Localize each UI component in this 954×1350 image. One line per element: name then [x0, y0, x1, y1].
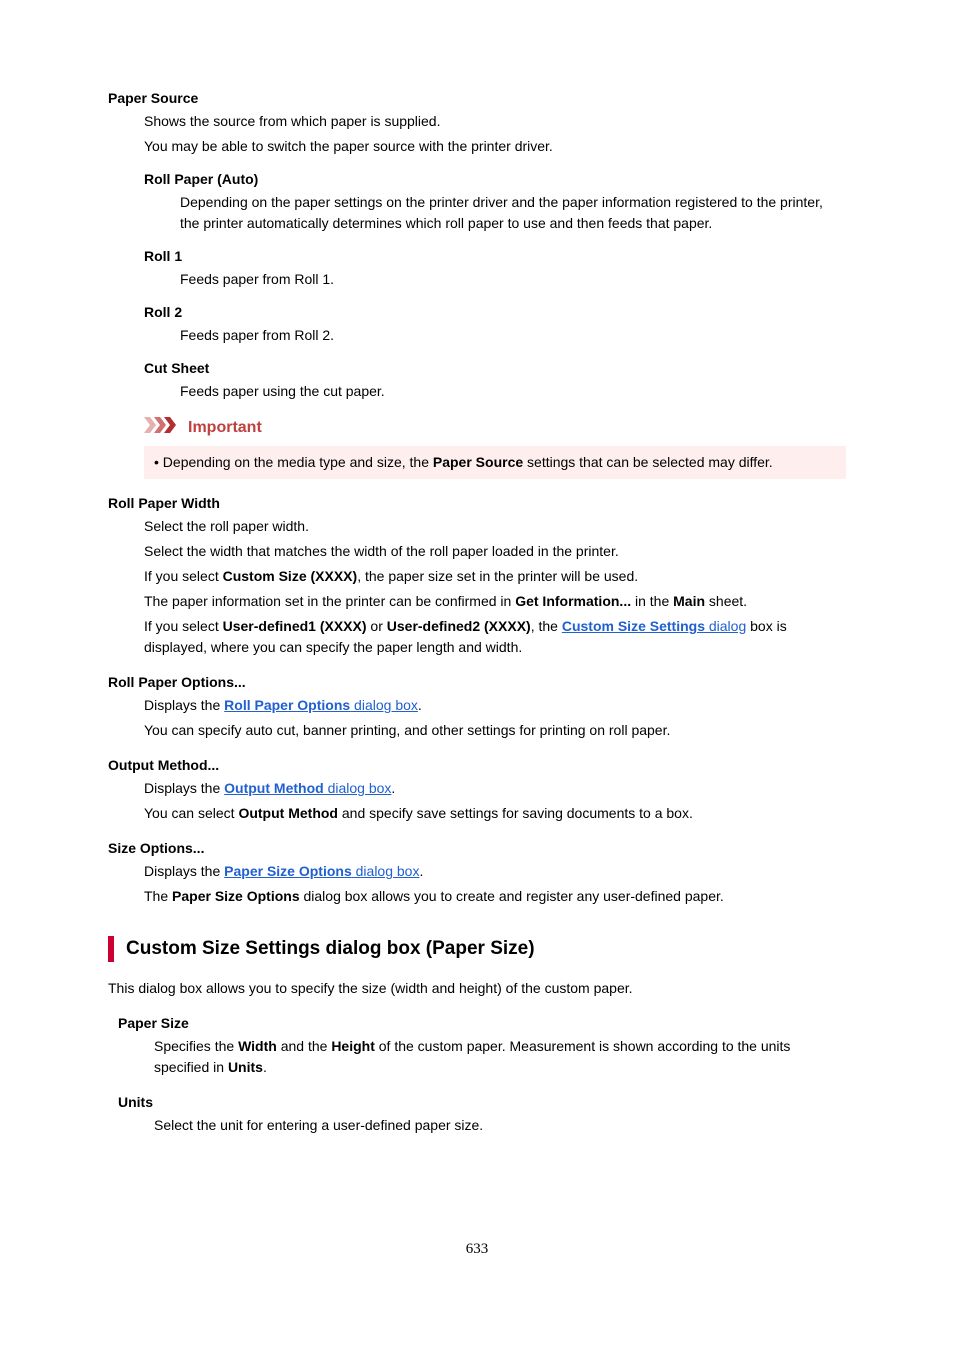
text: If you select Custom Size (XXXX), the pa… [144, 566, 846, 587]
page-number: 633 [108, 1238, 846, 1261]
text: , the [531, 618, 562, 634]
text: Feeds paper using the cut paper. [180, 381, 846, 402]
bullet: • [154, 454, 163, 470]
section-bar-icon [108, 936, 114, 962]
text: Feeds paper from Roll 1. [180, 269, 846, 290]
text: or [367, 618, 387, 634]
text: . [418, 697, 422, 713]
heading-paper-size: Paper Size [118, 1013, 846, 1034]
text: Feeds paper from Roll 2. [180, 325, 846, 346]
important-header: Important [144, 416, 846, 440]
text: Displays the Paper Size Options dialog b… [144, 861, 846, 882]
text: You can select Output Method and specify… [144, 803, 846, 824]
bold-text: Height [331, 1038, 375, 1054]
bold-text: Main [673, 593, 705, 609]
text: Displays the [144, 697, 224, 713]
text: . [419, 863, 423, 879]
link-text-bold: Output Method [224, 780, 324, 796]
text: and specify save settings for saving doc… [338, 805, 693, 821]
link-output-method[interactable]: Output Method dialog box [224, 780, 391, 796]
bold-text: User-defined2 (XXXX) [387, 618, 531, 634]
link-text: dialog box [350, 697, 418, 713]
text: The paper information set in the printer… [144, 593, 515, 609]
link-text: dialog box [324, 780, 392, 796]
text: . [263, 1059, 267, 1075]
heading-roll-paper-width: Roll Paper Width [108, 493, 846, 514]
heading-paper-source: Paper Source [108, 88, 846, 109]
text: Specifies the Width and the Height of th… [154, 1036, 846, 1078]
text: If you select [144, 618, 223, 634]
important-content: • Depending on the media type and size, … [144, 446, 846, 479]
text: in the [631, 593, 673, 609]
text: Displays the [144, 780, 224, 796]
text: Depending on the media type and size, th… [163, 454, 433, 470]
text: If you select [144, 568, 223, 584]
section-title: Custom Size Settings dialog box (Paper S… [126, 935, 535, 964]
link-text: dialog box [352, 863, 420, 879]
link-text-bold: Custom Size Settings [562, 618, 705, 634]
text: You may be able to switch the paper sour… [144, 136, 846, 157]
text: Shows the source from which paper is sup… [144, 111, 846, 132]
text: The paper information set in the printer… [144, 591, 846, 612]
text: and the [277, 1038, 332, 1054]
heading-roll-paper-auto: Roll Paper (Auto) [144, 169, 846, 190]
link-roll-paper-options[interactable]: Roll Paper Options dialog box [224, 697, 418, 713]
bold-text: User-defined1 (XXXX) [223, 618, 367, 634]
text: settings that can be selected may differ… [523, 454, 773, 470]
chevron-right-icon [144, 417, 180, 439]
text: Select the unit for entering a user-defi… [154, 1115, 846, 1136]
heading-output-method: Output Method... [108, 755, 846, 776]
link-paper-size-options[interactable]: Paper Size Options dialog box [224, 863, 419, 879]
heading-roll1: Roll 1 [144, 246, 846, 267]
text: Displays the Roll Paper Options dialog b… [144, 695, 846, 716]
bold-text: Width [238, 1038, 277, 1054]
bold-text: Paper Source [433, 454, 523, 470]
bold-text: Paper Size Options [172, 888, 300, 904]
text: If you select User-defined1 (XXXX) or Us… [144, 616, 846, 658]
section-heading: Custom Size Settings dialog box (Paper S… [108, 935, 846, 964]
text: sheet. [705, 593, 747, 609]
text: Specifies the [154, 1038, 238, 1054]
heading-roll-paper-options: Roll Paper Options... [108, 672, 846, 693]
text: Select the roll paper width. [144, 516, 846, 537]
heading-cut-sheet: Cut Sheet [144, 358, 846, 379]
link-text: dialog [705, 618, 746, 634]
text: . [391, 780, 395, 796]
text: Displays the Output Method dialog box. [144, 778, 846, 799]
text: Depending on the paper settings on the p… [180, 192, 846, 234]
text: The [144, 888, 172, 904]
text: The Paper Size Options dialog box allows… [144, 886, 846, 907]
heading-size-options: Size Options... [108, 838, 846, 859]
link-custom-size-settings[interactable]: Custom Size Settings dialog [562, 618, 746, 634]
bold-text: Units [228, 1059, 263, 1075]
text: dialog box allows you to create and regi… [300, 888, 724, 904]
bold-text: Get Information... [515, 593, 631, 609]
text: This dialog box allows you to specify th… [108, 978, 846, 999]
link-text-bold: Paper Size Options [224, 863, 352, 879]
heading-roll2: Roll 2 [144, 302, 846, 323]
text: You can specify auto cut, banner printin… [144, 720, 846, 741]
bold-text: Custom Size (XXXX) [223, 568, 358, 584]
link-text-bold: Roll Paper Options [224, 697, 350, 713]
important-callout: Important • Depending on the media type … [144, 416, 846, 479]
text: You can select [144, 805, 238, 821]
heading-units: Units [118, 1092, 846, 1113]
bold-text: Output Method [238, 805, 338, 821]
text: Displays the [144, 863, 224, 879]
text: , the paper size set in the printer will… [357, 568, 638, 584]
text: Select the width that matches the width … [144, 541, 846, 562]
important-title: Important [188, 416, 262, 440]
